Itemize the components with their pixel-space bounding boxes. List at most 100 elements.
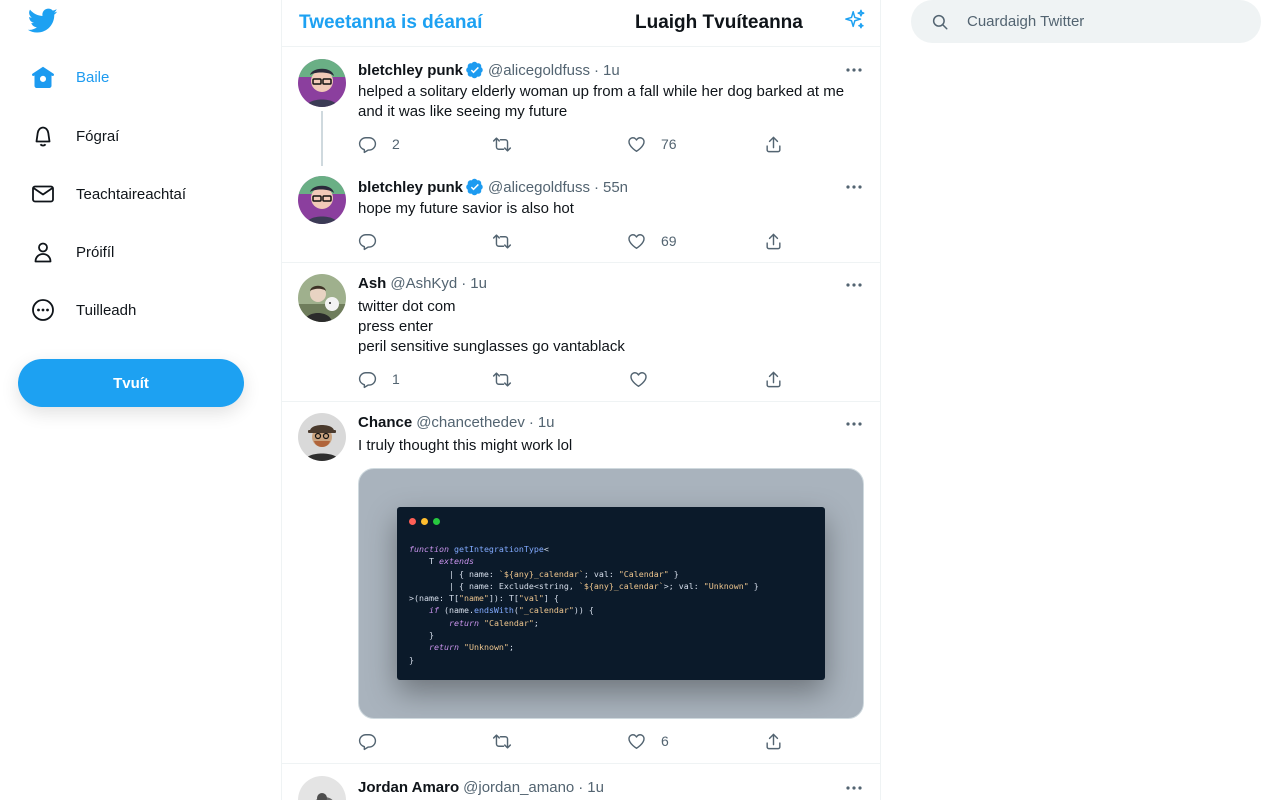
like-button[interactable]: 6 <box>627 730 669 752</box>
maximize-dot <box>433 518 440 525</box>
nav-item-more[interactable]: Tuilleadh <box>20 288 136 332</box>
share-button[interactable] <box>764 133 783 155</box>
nav-label-home: Baile <box>76 68 110 86</box>
tweet-actions: 1 <box>358 368 788 390</box>
more-options-icon[interactable] <box>844 63 864 77</box>
nav-item-home[interactable]: Baile <box>20 55 109 99</box>
tweet-time[interactable]: 1u <box>538 414 555 431</box>
heart-icon <box>627 732 646 751</box>
reply-count: 1 <box>392 371 400 387</box>
search-bar[interactable] <box>911 0 1261 43</box>
retweet-button[interactable] <box>492 368 512 390</box>
tweet-time[interactable]: 1u <box>587 779 604 796</box>
author-name[interactable]: bletchley punk <box>358 62 463 79</box>
more-options-icon[interactable] <box>844 781 864 795</box>
more-options-icon[interactable] <box>844 417 864 431</box>
reply-button[interactable] <box>358 730 377 752</box>
tweet-item[interactable]: Chance @chancethedev · 1u I truly though… <box>282 402 880 764</box>
retweet-icon <box>492 732 512 751</box>
retweet-button[interactable] <box>492 133 512 155</box>
share-button[interactable] <box>764 230 783 252</box>
nav-item-notifications[interactable]: Fógraí <box>20 114 119 158</box>
heart-icon <box>627 232 646 251</box>
code-line: return "Calendar"; <box>448 617 539 628</box>
like-count: 69 <box>661 233 677 249</box>
retweet-button[interactable] <box>492 230 512 252</box>
author-name[interactable]: Ash <box>358 275 386 292</box>
sparkle-icon[interactable] <box>844 9 866 36</box>
tweet-media-image[interactable]: function getIntegrationType< T extends |… <box>358 468 864 719</box>
dot-separator: · <box>593 178 599 196</box>
author-handle[interactable]: @alicegoldfuss <box>488 179 590 196</box>
reply-icon <box>358 135 377 154</box>
tweet-item[interactable]: Jordan Amaro @jordan_amano · 1u <box>282 764 880 800</box>
author-handle[interactable]: @chancethedev <box>416 414 525 431</box>
like-button[interactable]: 69 <box>627 230 677 252</box>
share-icon <box>764 135 783 154</box>
tweet-item[interactable]: Ash @AshKyd · 1u twitter dot com press e… <box>282 263 880 402</box>
retweet-icon <box>492 370 512 389</box>
twitter-bird-icon[interactable] <box>27 8 58 34</box>
retweet-button[interactable] <box>492 730 512 752</box>
avatar[interactable] <box>298 274 346 322</box>
like-button[interactable] <box>629 368 648 390</box>
tweet-text-line: press enter <box>358 318 434 335</box>
code-line: >(name: T["name"]): T["val"] { <box>409 593 559 604</box>
more-options-icon[interactable] <box>844 278 864 292</box>
avatar[interactable] <box>298 776 346 800</box>
nav-item-profile[interactable]: Próifíl <box>20 230 114 274</box>
tweet-text: I truly thought this might work lol <box>358 436 868 456</box>
retweet-icon <box>492 232 512 251</box>
header-subtitle[interactable]: Luaigh Tvuíteanna <box>635 12 803 34</box>
nav-item-messages[interactable]: Teachtaireachtaí <box>20 172 186 216</box>
code-line: function getIntegrationType< <box>409 544 549 554</box>
tweet-actions: 2 76 <box>358 133 788 155</box>
search-icon <box>931 13 949 31</box>
like-button[interactable]: 76 <box>627 133 677 155</box>
search-input[interactable] <box>967 13 1237 30</box>
share-button[interactable] <box>764 730 783 752</box>
tweet-button[interactable]: Tvuít <box>18 359 244 407</box>
author-name[interactable]: Jordan Amaro <box>358 779 459 796</box>
code-line: } <box>409 654 414 665</box>
tweet-item[interactable]: bletchley punk @alicegoldfuss · 55n hope… <box>282 166 880 263</box>
author-name[interactable]: bletchley punk <box>358 179 463 196</box>
reply-button[interactable]: 2 <box>358 133 400 155</box>
tweet-time[interactable]: 1u <box>603 62 620 79</box>
tweet-text-line: and it was like seeing my future <box>358 103 568 120</box>
thread-line <box>321 111 323 166</box>
share-button[interactable] <box>764 368 783 390</box>
avatar[interactable] <box>298 176 346 224</box>
avatar[interactable] <box>298 59 346 107</box>
verified-badge-icon <box>466 178 484 196</box>
dot-separator: · <box>578 779 584 796</box>
nav-label-messages: Teachtaireachtaí <box>76 185 187 203</box>
author-handle[interactable]: @jordan_amano <box>463 779 574 796</box>
tweet-header: bletchley punk @alicegoldfuss · 55n <box>358 178 628 196</box>
dot-separator: · <box>461 275 467 292</box>
tweet-text-line: twitter dot com <box>358 298 456 315</box>
nav-label-notifications: Fógraí <box>76 127 120 145</box>
tweet-time[interactable]: 1u <box>470 275 487 292</box>
tweet-time[interactable]: 55n <box>603 179 628 196</box>
author-handle[interactable]: @AshKyd <box>390 275 457 292</box>
dot-separator: · <box>593 61 599 79</box>
heart-icon <box>629 370 648 389</box>
author-handle[interactable]: @alicegoldfuss <box>488 62 590 79</box>
timeline-header: Tweetanna is déanaí Luaigh Tvuíteanna <box>282 0 880 47</box>
share-icon <box>764 732 783 751</box>
code-window: function getIntegrationType< T extends |… <box>397 507 825 680</box>
reply-button[interactable]: 1 <box>358 368 400 390</box>
author-name[interactable]: Chance <box>358 414 412 431</box>
tweet-text-line: peril sensitive sunglasses go vantablack <box>358 338 625 355</box>
retweet-icon <box>492 135 512 154</box>
avatar[interactable] <box>298 413 346 461</box>
code-line: T extends <box>409 556 474 567</box>
code-line: } <box>409 630 434 641</box>
dot-separator: · <box>528 414 534 431</box>
envelope-icon <box>20 182 66 206</box>
tweet-item[interactable]: bletchley punk @alicegoldfuss · 1u helpe… <box>282 48 880 166</box>
more-options-icon[interactable] <box>844 180 864 194</box>
reply-icon <box>358 732 377 751</box>
reply-button[interactable] <box>358 230 377 252</box>
